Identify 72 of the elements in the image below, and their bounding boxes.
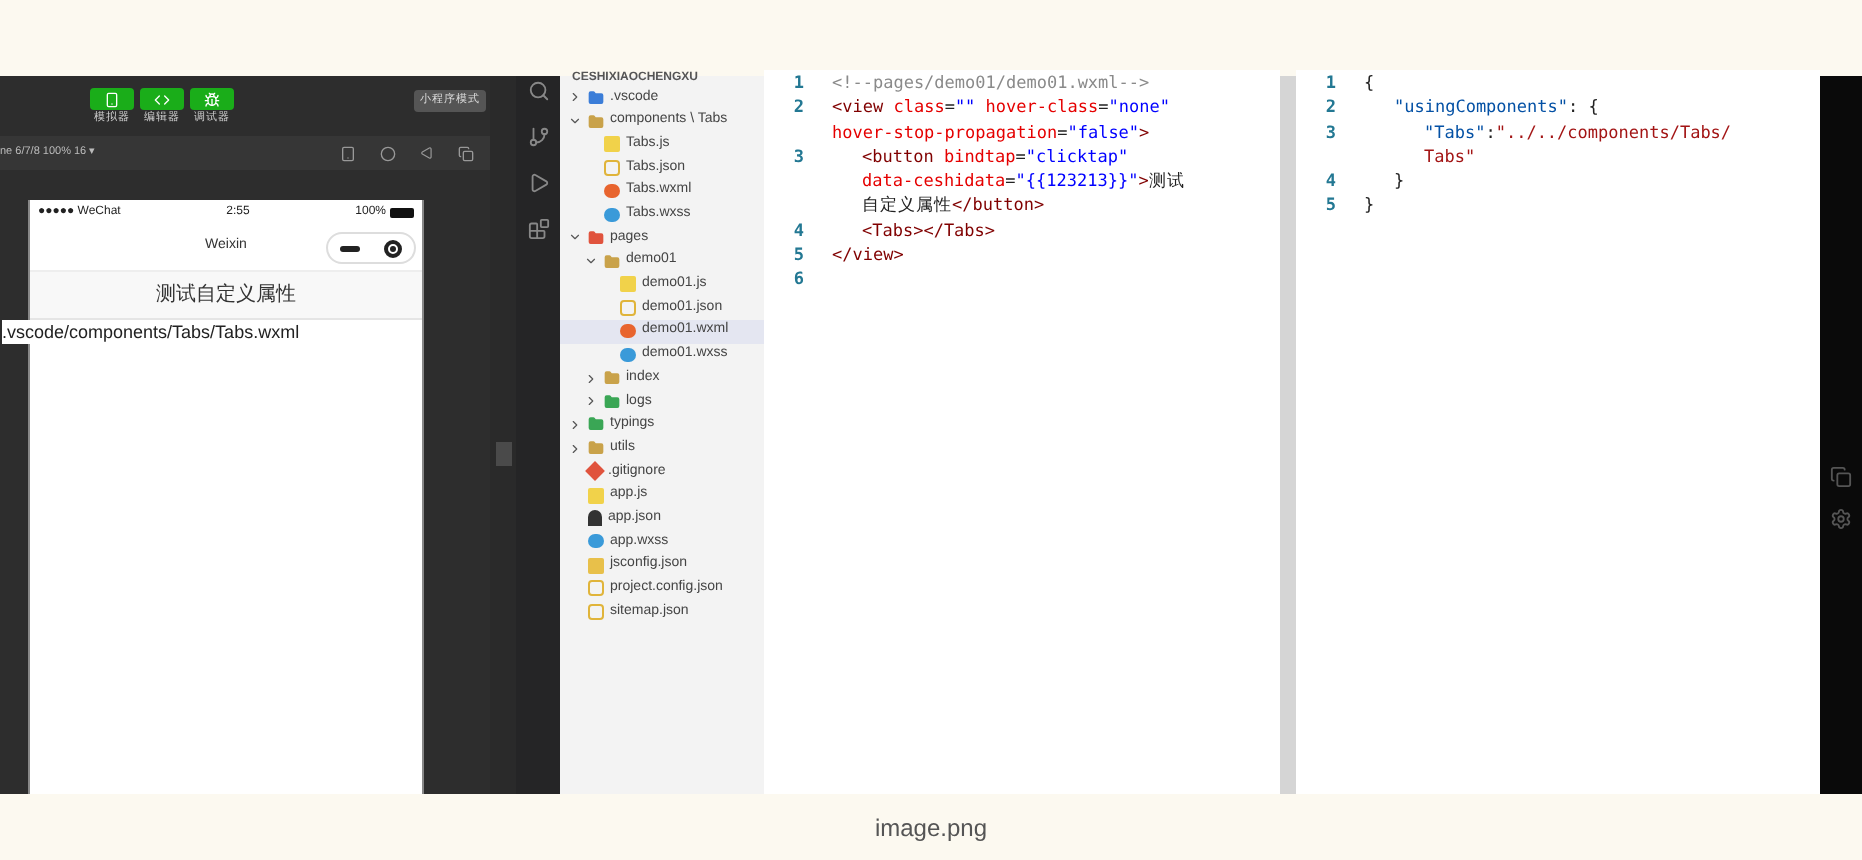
- settings-icon[interactable]: [1830, 508, 1852, 530]
- search-icon[interactable]: [527, 80, 549, 102]
- git-icon: [585, 461, 605, 482]
- line-number: 1: [791, 72, 806, 97]
- line-number: 2: [791, 96, 806, 122]
- record-icon[interactable]: [380, 145, 396, 161]
- code-icon: [154, 91, 170, 107]
- code-line: <!--pages/demo01/demo01.wxml-->: [832, 72, 1150, 97]
- close-icon: [384, 239, 402, 257]
- js-file-icon: [604, 136, 620, 153]
- code-line: Tabs": [1424, 145, 1478, 171]
- config-file-icon: [588, 557, 604, 574]
- folder-icon: [588, 113, 604, 130]
- wxml-file-icon: [604, 184, 620, 199]
- json-file-icon: [604, 159, 620, 176]
- battery-icon: [390, 207, 414, 217]
- code-line: "usingComponents": {: [1394, 96, 1599, 122]
- js-file-icon: [620, 276, 636, 293]
- code-line: <view class="" hover-class="none": [832, 96, 1170, 122]
- js-file-icon: [588, 487, 604, 504]
- toolbar-button[interactable]: [140, 88, 184, 110]
- chevron-down-icon: [568, 114, 582, 129]
- line-number: 2: [1323, 96, 1338, 122]
- line-number: 1: [1323, 72, 1338, 97]
- line-number: 3: [1323, 121, 1338, 146]
- scrollbar-thumb[interactable]: [495, 442, 511, 466]
- line-number: 3: [791, 145, 806, 171]
- custom-attribute-button[interactable]: 测试自定义属性: [30, 272, 422, 320]
- window-icon[interactable]: [1830, 466, 1852, 488]
- wxss-file-icon: [604, 207, 620, 222]
- wxss-file-icon: [620, 347, 636, 362]
- folder-icon: [588, 229, 604, 246]
- code-line: "Tabs":"../../components/Tabs/: [1424, 121, 1732, 146]
- code-line: </view>: [832, 244, 904, 269]
- code-line: <button bindtap="clicktap": [862, 145, 1131, 171]
- branch-icon[interactable]: [527, 126, 549, 148]
- phone-icon: [104, 91, 120, 107]
- line-number: 6: [791, 268, 806, 294]
- line-number: 4: [1323, 170, 1338, 195]
- wxss-file-icon: [588, 534, 604, 549]
- code-line: }: [1394, 170, 1405, 195]
- folder-icon: [604, 253, 620, 270]
- back-icon[interactable]: [420, 146, 434, 160]
- wxml-file-icon: [620, 324, 636, 339]
- run-icon[interactable]: [527, 172, 549, 194]
- folder-icon: [604, 393, 620, 410]
- code-line: <Tabs></Tabs>: [862, 219, 996, 245]
- bug-icon: [204, 91, 220, 107]
- app-json-icon: [588, 510, 602, 527]
- capsule-menu[interactable]: [326, 232, 416, 264]
- code-line: data-ceshidata="{{123213}}">测试: [862, 170, 1185, 195]
- folder-icon: [604, 370, 620, 387]
- folder-icon: [588, 416, 604, 433]
- code-line: }: [1364, 194, 1375, 220]
- tabs-component-text: .vscode/components/Tabs/Tabs.wxml: [2, 320, 300, 344]
- extensions-icon[interactable]: [527, 218, 549, 240]
- toolbar-button[interactable]: [90, 88, 134, 110]
- device-icon[interactable]: [340, 145, 356, 161]
- line-number: 5: [791, 244, 806, 269]
- code-line: {: [1364, 72, 1375, 97]
- line-number: 4: [791, 219, 806, 245]
- chevron-right-icon: [568, 90, 582, 105]
- code-line: 自定义属性</button>: [862, 194, 1047, 220]
- code-line: hover-stop-propagation="false">: [832, 121, 1152, 146]
- json-file-icon: [620, 300, 636, 317]
- toolbar-button[interactable]: [190, 88, 234, 110]
- window-icon[interactable]: [458, 145, 474, 161]
- line-number: 5: [1323, 194, 1338, 220]
- folder-icon: [588, 440, 604, 457]
- more-dots-icon: [340, 245, 360, 251]
- image-caption: image.png: [874, 811, 988, 845]
- folder-icon: [588, 89, 604, 106]
